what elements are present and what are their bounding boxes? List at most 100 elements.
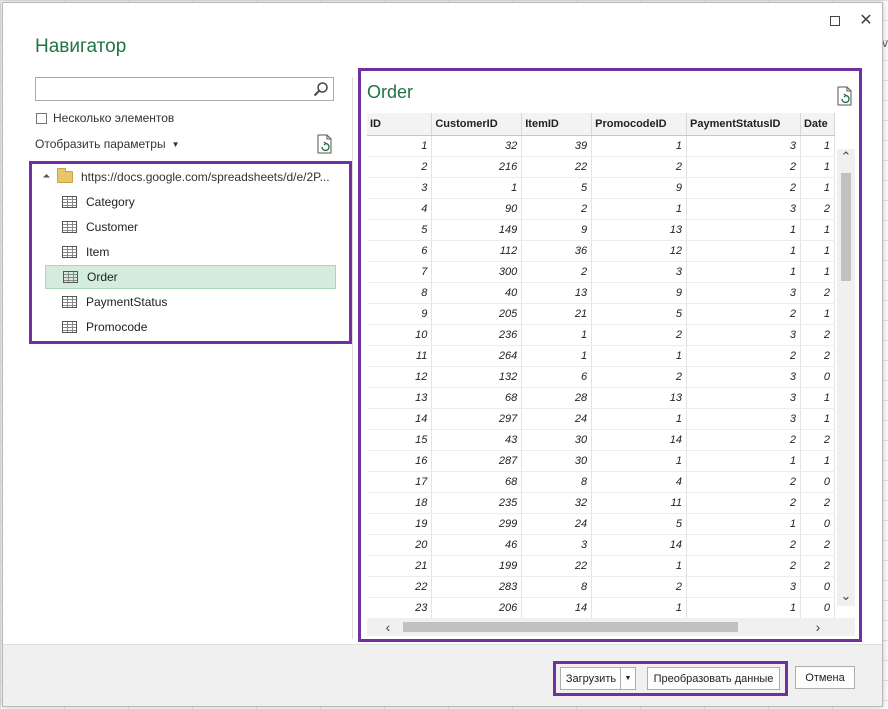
table-cell: 90 xyxy=(431,198,523,220)
table-cell: 8 xyxy=(367,282,433,304)
tree-item-paymentstatus[interactable]: PaymentStatus xyxy=(45,290,336,314)
table-row: 6 112 36 12 1 1 xyxy=(367,240,835,262)
table-cell: 2 xyxy=(686,492,801,514)
load-dropdown-button[interactable]: ▼ xyxy=(620,667,636,690)
table-cell: 1 xyxy=(591,135,688,157)
preview-title: Order xyxy=(367,82,414,102)
table-cell: 6 xyxy=(521,366,593,388)
table-cell: 1 xyxy=(591,198,688,220)
table-cell: 2 xyxy=(367,156,433,178)
table-cell: 3 xyxy=(686,198,801,220)
tree-item-item[interactable]: Item xyxy=(45,240,336,264)
scroll-right-icon[interactable]: › xyxy=(811,620,825,634)
table-cell: 1 xyxy=(521,324,593,346)
table-cell: 11 xyxy=(367,345,433,367)
table-cell: 5 xyxy=(367,219,433,241)
tree-item-promocode[interactable]: Promocode xyxy=(45,315,336,339)
navigator-tree: https://docs.google.com/spreadsheets/d/e… xyxy=(29,161,352,344)
multi-select-option[interactable]: Несколько элементов xyxy=(36,111,174,125)
table-cell: 11 xyxy=(591,492,688,514)
expand-arrow-icon[interactable] xyxy=(42,173,51,181)
table-cell: 5 xyxy=(591,303,688,325)
table-cell: 299 xyxy=(431,513,523,535)
maximize-icon[interactable] xyxy=(825,11,845,31)
tree-item-order[interactable]: Order xyxy=(45,265,336,289)
scroll-up-icon[interactable]: ⌃ xyxy=(840,150,852,163)
table-icon xyxy=(62,296,77,308)
table-cell: 3 xyxy=(686,408,801,430)
refresh-icon[interactable] xyxy=(316,134,334,154)
column-header[interactable]: PaymentStatusID xyxy=(686,113,801,136)
preview-refresh-icon[interactable] xyxy=(836,86,854,106)
tree-root-source[interactable]: https://docs.google.com/spreadsheets/d/e… xyxy=(42,167,330,187)
table-cell: 21 xyxy=(521,303,593,325)
table-cell: 13 xyxy=(367,387,433,409)
column-header[interactable]: PromocodeID xyxy=(591,113,688,136)
close-icon[interactable]: ✕ xyxy=(856,11,876,31)
table-row: 7 300 2 3 1 1 xyxy=(367,261,835,283)
table-cell: 19 xyxy=(367,513,433,535)
column-header[interactable]: CustomerID xyxy=(431,113,523,136)
table-cell: 3 xyxy=(686,576,801,598)
table-cell: 5 xyxy=(521,177,593,199)
table-cell: 17 xyxy=(367,471,433,493)
display-params-dropdown[interactable]: Отобразить параметры ▼ xyxy=(35,137,180,151)
table-row: 11 264 1 1 2 2 xyxy=(367,345,835,367)
table-cell: 0 xyxy=(800,513,835,535)
tree-item-customer[interactable]: Customer xyxy=(45,215,336,239)
table-cell: 36 xyxy=(521,240,593,262)
table-cell: 287 xyxy=(431,450,523,472)
scroll-left-icon[interactable]: ‹ xyxy=(381,620,395,634)
table-cell: 1 xyxy=(686,450,801,472)
table-row: 22 283 8 2 3 0 xyxy=(367,576,835,598)
table-cell: 16 xyxy=(367,450,433,472)
multi-select-checkbox[interactable] xyxy=(36,112,47,124)
cancel-button[interactable]: Отмена xyxy=(795,666,855,689)
tree-root-label: https://docs.google.com/spreadsheets/d/e… xyxy=(81,170,330,184)
table-cell: 22 xyxy=(521,555,593,577)
column-header[interactable]: ID xyxy=(367,113,433,136)
column-header[interactable]: Date xyxy=(800,113,835,136)
table-cell: 2 xyxy=(521,198,593,220)
table-cell: 2 xyxy=(800,324,835,346)
scroll-down-icon[interactable]: ⌄ xyxy=(840,589,852,602)
table-cell: 0 xyxy=(800,576,835,598)
table-icon xyxy=(62,246,77,258)
vertical-scroll-thumb[interactable] xyxy=(841,173,851,281)
table-cell: 1 xyxy=(591,408,688,430)
load-button[interactable]: Загрузить xyxy=(560,667,621,690)
table-cell: 14 xyxy=(367,408,433,430)
horizontal-scrollbar[interactable]: ‹ › xyxy=(367,618,855,636)
table-cell: 112 xyxy=(431,240,523,262)
tree-item-label: Item xyxy=(86,245,110,259)
search-input[interactable] xyxy=(36,78,306,100)
table-cell: 8 xyxy=(521,576,593,598)
dialog-footer: Загрузить ▼ Преобразовать данные Отмена xyxy=(3,644,882,706)
table-row: 315921 xyxy=(367,177,835,199)
table-cell: 2 xyxy=(686,429,801,451)
table-cell: 46 xyxy=(431,534,523,556)
table-cell: 235 xyxy=(431,492,523,514)
table-cell: 15 xyxy=(367,429,433,451)
table-cell: 199 xyxy=(431,555,523,577)
horizontal-scroll-thumb[interactable] xyxy=(403,622,738,632)
table-cell: 300 xyxy=(431,261,523,283)
table-cell: 20 xyxy=(367,534,433,556)
transform-data-button[interactable]: Преобразовать данные xyxy=(647,667,780,690)
pane-splitter[interactable] xyxy=(352,77,353,639)
table-cell: 1 xyxy=(800,240,835,262)
table-cell: 1 xyxy=(591,555,688,577)
table-cell: 3 xyxy=(521,534,593,556)
table-cell: 5 xyxy=(591,513,688,535)
column-header[interactable]: ItemID xyxy=(521,113,593,136)
table-cell: 2 xyxy=(800,492,835,514)
vertical-scrollbar[interactable]: ⌃ ⌄ xyxy=(837,149,855,606)
table-cell: 1 xyxy=(686,261,801,283)
table-cell: 30 xyxy=(521,450,593,472)
folder-icon xyxy=(57,168,73,183)
table-cell: 3 xyxy=(686,324,801,346)
search-icon[interactable] xyxy=(313,81,329,97)
table-cell: 6 xyxy=(367,240,433,262)
chevron-down-icon: ▼ xyxy=(171,140,180,149)
tree-item-category[interactable]: Category xyxy=(45,190,336,214)
